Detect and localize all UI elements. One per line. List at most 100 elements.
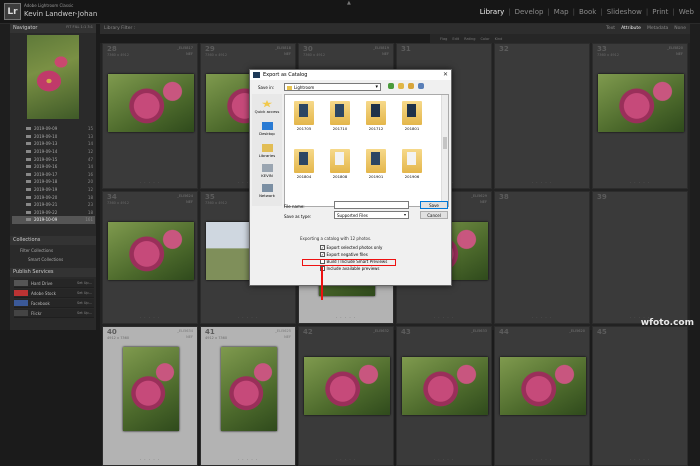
- save-in-select[interactable]: Lightroom ▾: [284, 83, 381, 91]
- checkbox[interactable]: ✓: [320, 245, 325, 250]
- folder-row-selected[interactable]: 2019-10-09 161: [12, 216, 95, 224]
- file-name-input[interactable]: [334, 201, 409, 209]
- folder-row[interactable]: 2019-09-10 13: [12, 133, 95, 141]
- save-as-type-select[interactable]: Supported Files ▾: [334, 211, 409, 219]
- publish-flickr[interactable]: Flickr Set Up...: [14, 309, 94, 318]
- module-map[interactable]: Map: [552, 8, 571, 16]
- cancel-button[interactable]: Cancel: [420, 211, 448, 219]
- save-button[interactable]: Save: [420, 201, 448, 209]
- folder-item[interactable]: 201804: [291, 149, 317, 181]
- folder-item[interactable]: 201710: [327, 101, 353, 133]
- attr-rating[interactable]: Rating: [464, 37, 475, 41]
- place-network[interactable]: Network: [252, 184, 282, 198]
- folder-row[interactable]: 2019-09-18 20: [12, 178, 95, 186]
- option-available-previews[interactable]: Include available previews: [320, 266, 380, 271]
- up-folder-icon[interactable]: [398, 83, 404, 89]
- rating-stars[interactable]: · · · · ·: [299, 315, 393, 320]
- folder-row[interactable]: 2019-09-17 16: [12, 171, 95, 179]
- thumbnail-cell[interactable]: 43 _ELI5633 · · · · ·: [396, 326, 492, 466]
- thumbnail-cell[interactable]: 41 4912 x 7360 _ELI5625 NEF · · · · ·: [200, 326, 296, 466]
- thumbnail-cell[interactable]: 33 7360 x 4912 _ELI5820 NEF · · · · ·: [592, 43, 688, 189]
- thumbnail-cell[interactable]: 39 · · · · ·: [592, 191, 688, 324]
- filter-text[interactable]: Text: [606, 26, 615, 31]
- thumbnail-cell[interactable]: 45 · · · · ·: [592, 326, 688, 466]
- navigator-preview[interactable]: [27, 35, 79, 119]
- thumbnail-cell[interactable]: 42 _ELI5632 · · · · ·: [298, 326, 394, 466]
- left-panel-toggle[interactable]: [0, 24, 10, 330]
- folder-item[interactable]: 201705: [291, 101, 317, 133]
- folder-item[interactable]: 201906: [399, 149, 425, 181]
- folder-row[interactable]: 2019-09-19 12: [12, 186, 95, 194]
- module-slideshow[interactable]: Slideshow: [605, 8, 644, 16]
- rating-stars[interactable]: · · · · ·: [397, 315, 491, 320]
- folder-item[interactable]: 201808: [327, 149, 353, 181]
- collections-header[interactable]: Collections: [10, 236, 96, 245]
- app-brand: Adobe Lightroom Classic: [24, 3, 74, 8]
- place-quick-access[interactable]: Quick access: [252, 100, 282, 114]
- rating-stars[interactable]: · · · · ·: [201, 315, 295, 320]
- new-folder-icon[interactable]: [408, 83, 414, 89]
- rating-stars[interactable]: · · · · ·: [495, 315, 589, 320]
- option-negative-files[interactable]: ✓ Export negative files: [320, 252, 368, 257]
- rating-stars[interactable]: · · · · ·: [299, 457, 393, 462]
- folder-row[interactable]: 2019-09-20 18: [12, 193, 95, 201]
- collapse-top-icon[interactable]: ▲: [347, 0, 351, 6]
- rating-stars[interactable]: · · · · ·: [495, 180, 589, 185]
- module-library[interactable]: Library: [478, 8, 506, 16]
- folder-row[interactable]: 2019-09-15 47: [12, 155, 95, 163]
- close-icon[interactable]: ✕: [443, 71, 448, 78]
- folder-row[interactable]: 2019-09-22 18: [12, 209, 95, 217]
- folder-item[interactable]: 201901: [363, 149, 389, 181]
- folder-row[interactable]: 2019-09-21 23: [12, 201, 95, 209]
- thumbnail-cell[interactable]: 38 · · · · ·: [494, 191, 590, 324]
- file-list-scrollbar[interactable]: [441, 95, 448, 206]
- attr-edit[interactable]: Edit: [452, 37, 459, 41]
- folder-row[interactable]: 2019-09-16 14: [12, 163, 95, 171]
- module-print[interactable]: Print: [650, 8, 670, 16]
- option-selected-only[interactable]: ✓ Export selected photos only: [320, 245, 382, 250]
- folder-row[interactable]: 2019-09-13 14: [12, 140, 95, 148]
- back-icon[interactable]: [388, 83, 394, 89]
- thumbnail-cell[interactable]: 32 · · · · ·: [494, 43, 590, 189]
- thumbnail-cell[interactable]: 44 _ELI5620 · · · · ·: [494, 326, 590, 466]
- folder-item[interactable]: 201801: [399, 101, 425, 133]
- right-panel-toggle[interactable]: [690, 24, 700, 330]
- scroll-thumb[interactable]: [443, 137, 447, 149]
- navigator-header[interactable]: Navigator FIT FILL 1:1 3:1: [10, 24, 96, 33]
- module-develop[interactable]: Develop: [513, 8, 546, 16]
- thumbnail-cell[interactable]: 28 7360 x 4912 _ELI5817 NEF · · · · ·: [102, 43, 198, 189]
- module-book[interactable]: Book: [577, 8, 598, 16]
- rating-stars[interactable]: · · · · ·: [593, 457, 687, 462]
- attr-kind[interactable]: Kind: [495, 37, 503, 41]
- publish-facebook[interactable]: Facebook Set Up...: [14, 299, 94, 308]
- filter-none[interactable]: None: [674, 26, 686, 31]
- attr-color[interactable]: Color: [480, 37, 489, 41]
- rating-stars[interactable]: · · · · ·: [593, 180, 687, 185]
- attr-flag[interactable]: Flag: [440, 37, 447, 41]
- view-menu-icon[interactable]: [418, 83, 424, 89]
- module-web[interactable]: Web: [677, 8, 696, 16]
- folder-row[interactable]: 2019-09-14 12: [12, 148, 95, 156]
- collection-filter[interactable]: Filter Collections: [14, 248, 94, 255]
- place-libraries[interactable]: Libraries: [252, 144, 282, 158]
- publish-hard-drive[interactable]: Hard Drive Set Up...: [14, 279, 94, 288]
- rating-stars[interactable]: · · · · ·: [495, 457, 589, 462]
- collection-smart[interactable]: Smart Collections: [14, 257, 94, 264]
- filter-attribute[interactable]: Attribute: [621, 26, 641, 31]
- thumbnail-cell[interactable]: 34 7360 x 4912 _ELI5624 NEF · · · · ·: [102, 191, 198, 324]
- folder-item[interactable]: 201712: [363, 101, 389, 133]
- place-kevin[interactable]: KEVIN: [252, 164, 282, 178]
- place-desktop[interactable]: Desktop: [252, 122, 282, 136]
- module-picker: Library | Develop | Map | Book | Slideshow | …: [478, 8, 696, 16]
- rating-stars[interactable]: · · · · ·: [397, 457, 491, 462]
- filter-metadata[interactable]: Metadata: [647, 26, 668, 31]
- checkbox[interactable]: ✓: [320, 252, 325, 257]
- rating-stars[interactable]: · · · · ·: [201, 457, 295, 462]
- rating-stars[interactable]: · · · · ·: [103, 180, 197, 185]
- folder-row[interactable]: 2019-09-09 15: [12, 125, 95, 133]
- publish-adobe-stock[interactable]: Adobe Stock Set Up...: [14, 289, 94, 298]
- thumbnail-cell[interactable]: 40 4912 x 7360 _ELI5634 NEF · · · · ·: [102, 326, 198, 466]
- rating-stars[interactable]: · · · · ·: [103, 457, 197, 462]
- publish-services-header[interactable]: Publish Services: [10, 268, 96, 277]
- rating-stars[interactable]: · · · · ·: [103, 315, 197, 320]
